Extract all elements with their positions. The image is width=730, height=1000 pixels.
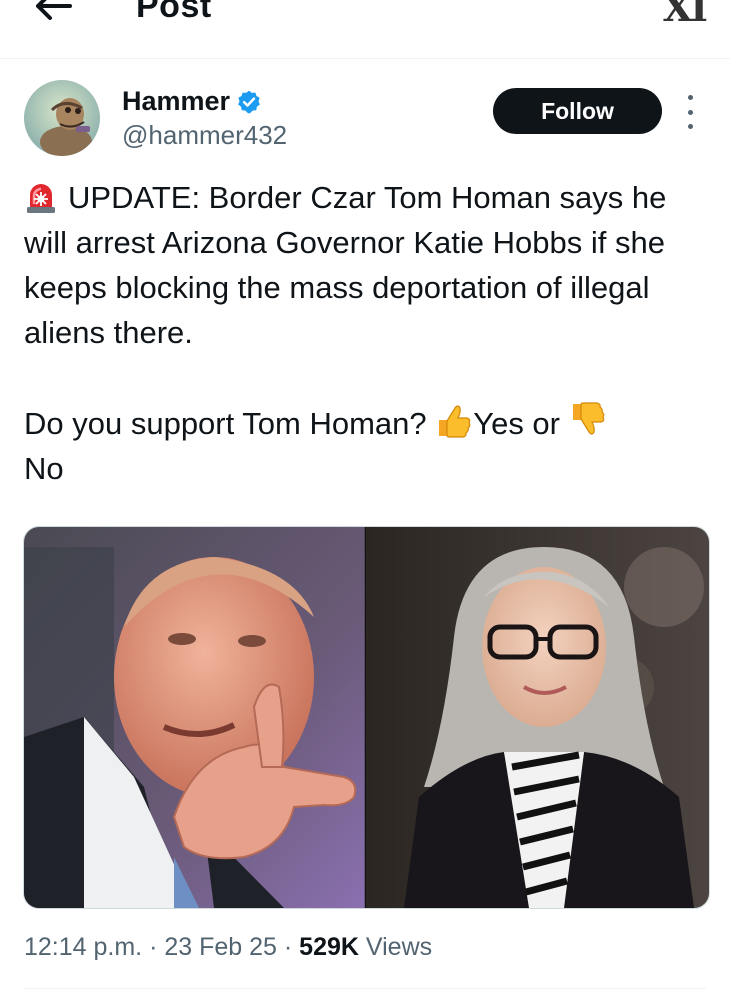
meta-separator: ·: [276, 933, 300, 961]
tweet-media[interactable]: [23, 526, 710, 909]
more-dot: [687, 95, 693, 100]
tweet-paragraph-1: UPDATE: Border Czar Tom Homan says he wi…: [24, 175, 704, 355]
post-time[interactable]: 12:14 p.m.: [24, 933, 142, 961]
post-date[interactable]: 23 Feb 25: [164, 933, 277, 961]
x-logo: XI: [662, 0, 708, 30]
back-button[interactable]: [30, 0, 74, 26]
display-name[interactable]: Hammer: [122, 86, 230, 117]
avatar-image: [24, 80, 100, 156]
more-dot: [687, 124, 693, 129]
tweet-no-text: No: [24, 451, 64, 486]
thumbs-up-icon: [439, 405, 471, 438]
thumbs-down-icon: [572, 402, 605, 435]
author-name-row: Hammer: [122, 86, 262, 117]
siren-icon: [27, 184, 55, 213]
verified-badge-icon: [238, 90, 260, 113]
author-handle[interactable]: @hammer432: [122, 120, 287, 151]
left-photo: [24, 527, 365, 908]
tweet-meta: 12:14 p.m. · 23 Feb 25 · 529K Views: [24, 933, 432, 962]
right-photo: [366, 527, 709, 908]
tweet-question-text: Do you support Tom Homan?: [24, 406, 436, 441]
top-bar: Post XI: [0, 0, 730, 59]
divider: [24, 988, 706, 989]
tweet-text: UPDATE: Border Czar Tom Homan says he wi…: [24, 175, 704, 491]
tweet-yes-text: Yes or: [473, 406, 569, 441]
more-options-icon[interactable]: [680, 95, 700, 129]
media-image: [24, 527, 709, 908]
page-title: Post: [136, 0, 212, 25]
more-dot: [687, 109, 693, 115]
arrow-left-icon: [36, 0, 72, 20]
follow-button[interactable]: Follow: [493, 88, 662, 134]
tweet-paragraph-2: Do you support Tom Homan? Yes or No: [24, 400, 704, 491]
avatar[interactable]: [24, 80, 100, 156]
tweet-update-text: UPDATE: Border Czar Tom Homan says he wi…: [24, 180, 667, 350]
views-count[interactable]: 529K: [299, 933, 359, 961]
meta-separator: ·: [142, 933, 165, 961]
views-label: Views: [358, 933, 433, 961]
